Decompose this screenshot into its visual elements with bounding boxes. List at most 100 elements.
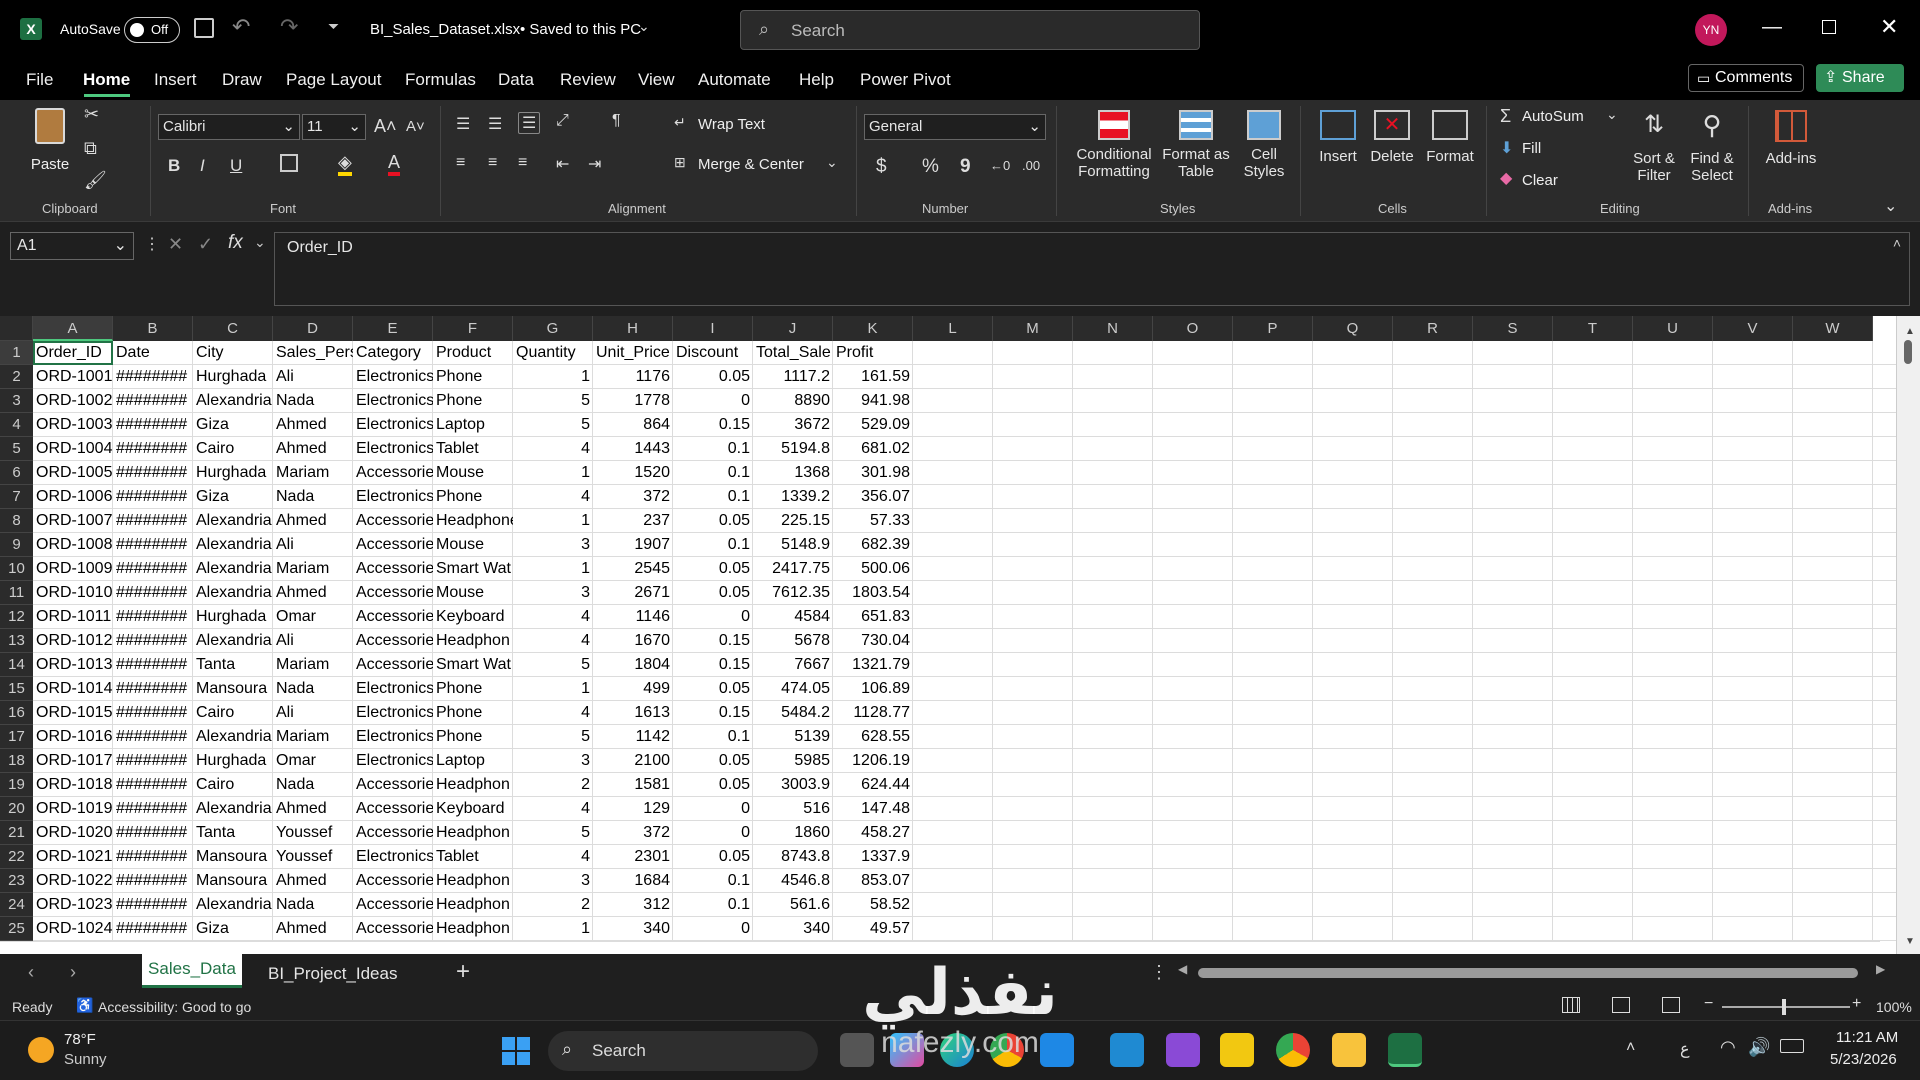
row-header-13[interactable]: 13	[0, 629, 33, 653]
table-cell[interactable]: Alexandria	[193, 893, 273, 917]
menu-home[interactable]: Home	[83, 70, 130, 90]
table-cell[interactable]: 4	[513, 629, 593, 653]
row-header-22[interactable]: 22	[0, 845, 33, 869]
table-cell[interactable]: 1	[513, 557, 593, 581]
header-cell[interactable]: Quantity	[513, 341, 593, 365]
row-header-18[interactable]: 18	[0, 749, 33, 773]
header-cell[interactable]: City	[193, 341, 273, 365]
row-header-9[interactable]: 9	[0, 533, 33, 557]
collapse-formula-icon[interactable]: ˄	[1893, 235, 1901, 251]
vscode-icon[interactable]	[1110, 1033, 1144, 1067]
row-header-8[interactable]: 8	[0, 509, 33, 533]
table-cell[interactable]: ########	[113, 845, 193, 869]
power-bi-icon[interactable]	[1220, 1033, 1254, 1067]
table-cell[interactable]: 5139	[753, 725, 833, 749]
table-cell[interactable]: Alexandria	[193, 533, 273, 557]
chevron-down-icon[interactable]: ⌄	[1606, 106, 1618, 123]
table-cell[interactable]: ORD-1024	[33, 917, 113, 941]
table-cell[interactable]: Accessories	[353, 893, 433, 917]
chrome-icon[interactable]	[990, 1033, 1024, 1067]
table-cell[interactable]: 225.15	[753, 509, 833, 533]
table-cell[interactable]: 2417.75	[753, 557, 833, 581]
table-cell[interactable]: 500.06	[833, 557, 913, 581]
table-cell[interactable]: 941.98	[833, 389, 913, 413]
table-cell[interactable]: ########	[113, 725, 193, 749]
table-cell[interactable]: Accessories	[353, 461, 433, 485]
table-cell[interactable]: ########	[113, 365, 193, 389]
row-header-17[interactable]: 17	[0, 725, 33, 749]
table-cell[interactable]: Electronics	[353, 485, 433, 509]
table-cell[interactable]: Omar	[273, 605, 353, 629]
table-cell[interactable]: Youssef	[273, 845, 353, 869]
table-cell[interactable]: ORD-1015	[33, 701, 113, 725]
row-header-23[interactable]: 23	[0, 869, 33, 893]
close-icon[interactable]: ✕	[1880, 14, 1898, 40]
table-cell[interactable]: 161.59	[833, 365, 913, 389]
table-cell[interactable]: ORD-1019	[33, 797, 113, 821]
table-cell[interactable]: 1	[513, 365, 593, 389]
table-cell[interactable]: Mariam	[273, 557, 353, 581]
table-cell[interactable]: ORD-1005	[33, 461, 113, 485]
battery-icon[interactable]	[1780, 1039, 1804, 1053]
table-cell[interactable]: 340	[753, 917, 833, 941]
align-right-icon[interactable]: ≡	[518, 154, 527, 172]
collapse-ribbon-icon[interactable]: ⌄	[1884, 196, 1897, 216]
search-box[interactable]: ⌕ Search	[740, 10, 1200, 50]
row-header-7[interactable]: 7	[0, 485, 33, 509]
table-cell[interactable]: Ahmed	[273, 869, 353, 893]
taskbar-search[interactable]: ⌕ Search	[548, 1031, 818, 1071]
table-cell[interactable]: Headphon	[433, 893, 513, 917]
align-left-icon[interactable]: ≡	[456, 154, 465, 172]
table-cell[interactable]: 561.6	[753, 893, 833, 917]
paste-button[interactable]: Paste	[30, 108, 70, 198]
table-cell[interactable]: Accessories	[353, 533, 433, 557]
column-header-b[interactable]: B	[113, 316, 193, 341]
table-cell[interactable]: 0.1	[673, 485, 753, 509]
table-cell[interactable]: ########	[113, 677, 193, 701]
table-cell[interactable]: 2	[513, 893, 593, 917]
table-cell[interactable]: 3	[513, 533, 593, 557]
table-cell[interactable]: 1142	[593, 725, 673, 749]
row-header-16[interactable]: 16	[0, 701, 33, 725]
table-cell[interactable]: Ahmed	[273, 581, 353, 605]
table-cell[interactable]: 1520	[593, 461, 673, 485]
table-cell[interactable]: Nada	[273, 677, 353, 701]
font-name-dropdown[interactable]: Calibri ⌄	[158, 114, 300, 140]
table-cell[interactable]: Ahmed	[273, 509, 353, 533]
column-header-a[interactable]: A	[33, 316, 113, 341]
cut-icon[interactable]: ✂	[84, 104, 99, 125]
column-header-w[interactable]: W	[1793, 316, 1873, 341]
table-cell[interactable]: Giza	[193, 485, 273, 509]
table-cell[interactable]: ORD-1014	[33, 677, 113, 701]
table-cell[interactable]: 5	[513, 821, 593, 845]
column-header-i[interactable]: I	[673, 316, 753, 341]
table-cell[interactable]: 0.1	[673, 533, 753, 557]
table-cell[interactable]: Phone	[433, 485, 513, 509]
table-cell[interactable]: Ali	[273, 701, 353, 725]
table-cell[interactable]: 57.33	[833, 509, 913, 533]
table-cell[interactable]: ########	[113, 701, 193, 725]
row-header-19[interactable]: 19	[0, 773, 33, 797]
table-cell[interactable]: 0.15	[673, 653, 753, 677]
table-cell[interactable]: Youssef	[273, 821, 353, 845]
row-header-4[interactable]: 4	[0, 413, 33, 437]
table-cell[interactable]: 1907	[593, 533, 673, 557]
format-as-table-button[interactable]: Format as Table	[1160, 110, 1232, 180]
table-cell[interactable]: 4	[513, 437, 593, 461]
vertical-scroll-thumb[interactable]	[1904, 340, 1912, 364]
language-indicator[interactable]: ع	[1680, 1039, 1690, 1059]
table-cell[interactable]: 1581	[593, 773, 673, 797]
table-cell[interactable]: 1128.77	[833, 701, 913, 725]
table-cell[interactable]: Nada	[273, 485, 353, 509]
menu-review[interactable]: Review	[560, 70, 616, 90]
table-cell[interactable]: 1	[513, 509, 593, 533]
chevron-down-icon[interactable]: ⌄	[826, 154, 838, 171]
table-cell[interactable]: 0	[673, 917, 753, 941]
menu-file[interactable]: File	[26, 70, 53, 90]
clock-date[interactable]: 5/23/2026	[1830, 1051, 1897, 1068]
table-cell[interactable]: 4	[513, 485, 593, 509]
table-cell[interactable]: 474.05	[753, 677, 833, 701]
table-cell[interactable]: Tanta	[193, 653, 273, 677]
font-color-icon[interactable]: A	[388, 152, 401, 176]
table-cell[interactable]: 0.1	[673, 869, 753, 893]
